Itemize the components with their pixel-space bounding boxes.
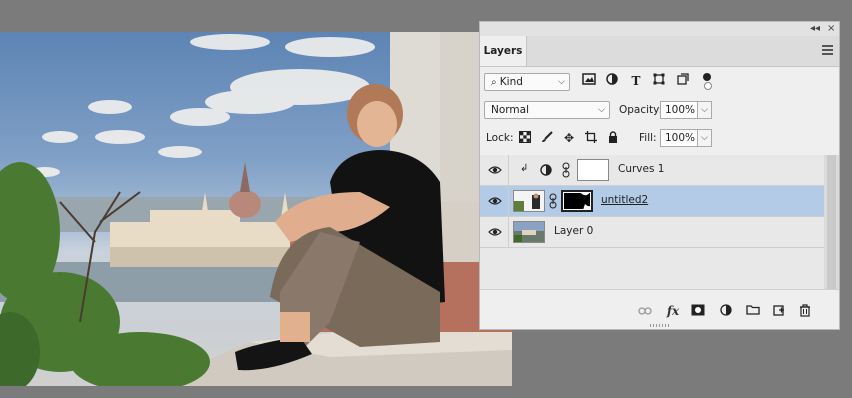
lock-artboard-icon[interactable] (584, 131, 598, 145)
chevron-down-icon: ⌵ (558, 77, 565, 87)
document-canvas[interactable] (0, 32, 512, 386)
layer-thumbnail[interactable] (513, 190, 545, 212)
panel-menu-icon[interactable] (822, 45, 833, 55)
layers-scrollbar[interactable] (824, 155, 839, 289)
layer-row-layer-0[interactable]: Layer 0 (480, 217, 824, 248)
visibility-eye-icon[interactable] (488, 226, 502, 238)
layer-name[interactable]: untitled2 (601, 194, 648, 206)
row-separator (508, 217, 509, 247)
search-icon: ⌕ (491, 77, 500, 88)
opacity-dropdown-icon[interactable]: ⌵ (698, 101, 712, 119)
delete-layer-icon[interactable] (797, 304, 813, 318)
image-filter-icon[interactable] (581, 73, 597, 89)
adjustment-filter-icon[interactable] (604, 73, 620, 89)
shape-filter-icon[interactable] (651, 73, 667, 89)
layer-mask-thumbnail[interactable] (577, 159, 609, 181)
close-panel-icon[interactable]: × (827, 22, 835, 36)
mask-link-icon[interactable] (562, 162, 570, 181)
layer-mask-thumbnail[interactable] (561, 190, 593, 212)
blend-mode-select[interactable]: Normal ⌵ (484, 101, 610, 119)
fx-icon[interactable]: fx (665, 304, 681, 318)
lock-position-icon[interactable]: ✥ (562, 131, 576, 145)
filter-kind-select[interactable]: ⌕ Kind ⌵ (484, 73, 570, 91)
tab-layers[interactable]: Layers (480, 36, 527, 66)
visibility-eye-icon[interactable] (488, 195, 502, 207)
new-adjustment-icon[interactable] (718, 304, 734, 318)
mask-link-icon[interactable] (549, 193, 557, 212)
curves-adjustment-icon (540, 164, 552, 179)
lock-label: Lock: (486, 132, 514, 144)
row-separator (508, 155, 509, 185)
panel-title-bar[interactable]: ◂◂ × (480, 22, 839, 36)
layer-filter-row: ⌕ Kind ⌵ T (480, 73, 839, 95)
scrollbar-thumb[interactable] (827, 155, 836, 289)
row-separator (508, 186, 509, 216)
new-group-icon[interactable] (745, 304, 761, 318)
fill-dropdown-icon[interactable]: ⌵ (698, 129, 712, 147)
lock-all-icon[interactable] (606, 131, 620, 145)
clipping-mask-icon: ↲ (520, 163, 529, 174)
link-layers-icon[interactable] (637, 304, 653, 318)
filter-kind-label: Kind (499, 76, 523, 88)
lock-row: Lock: ✥ Fill: 100% ⌵ (480, 129, 839, 149)
layers-panel: ◂◂ × Layers ⌕ Kind ⌵ T Normal ⌵ Opacity:… (479, 21, 840, 330)
lock-image-pixels-icon[interactable] (540, 131, 554, 145)
type-filter-icon[interactable]: T (628, 73, 644, 89)
fill-input[interactable]: 100% (660, 129, 698, 147)
layer-row-untitled2[interactable]: untitled2 (480, 186, 824, 217)
canvas-photo (0, 32, 512, 386)
chevron-down-icon: ⌵ (598, 105, 605, 115)
lock-transparent-pixels-icon[interactable] (518, 131, 532, 145)
blend-mode-row: Normal ⌵ Opacity: 100% ⌵ (480, 101, 839, 121)
new-layer-icon[interactable] (771, 304, 787, 318)
layer-name[interactable]: Curves 1 (618, 163, 664, 175)
opacity-input[interactable]: 100% (660, 101, 698, 119)
layer-row-curves-1[interactable]: ↲ Curves 1 (480, 155, 824, 186)
add-mask-icon[interactable] (690, 304, 706, 318)
smart-object-filter-icon[interactable] (675, 73, 691, 89)
panel-resize-grip[interactable] (650, 324, 670, 327)
opacity-label: Opacity: (619, 104, 663, 116)
layer-thumbnail[interactable] (513, 221, 545, 243)
fill-label: Fill: (639, 132, 657, 144)
layers-bottom-toolbar: fx (480, 289, 839, 330)
panel-tab-strip: Layers (480, 36, 839, 67)
visibility-eye-icon[interactable] (488, 164, 502, 176)
filter-toggle-icon[interactable] (703, 73, 711, 81)
layer-name[interactable]: Layer 0 (554, 225, 593, 237)
filter-toggle-off-icon (704, 82, 712, 90)
collapse-panel-icon[interactable]: ◂◂ (810, 22, 820, 36)
blend-mode-value: Normal (491, 104, 529, 116)
layers-list: ↲ Curves 1 untitled2 Layer 0 (480, 155, 824, 289)
